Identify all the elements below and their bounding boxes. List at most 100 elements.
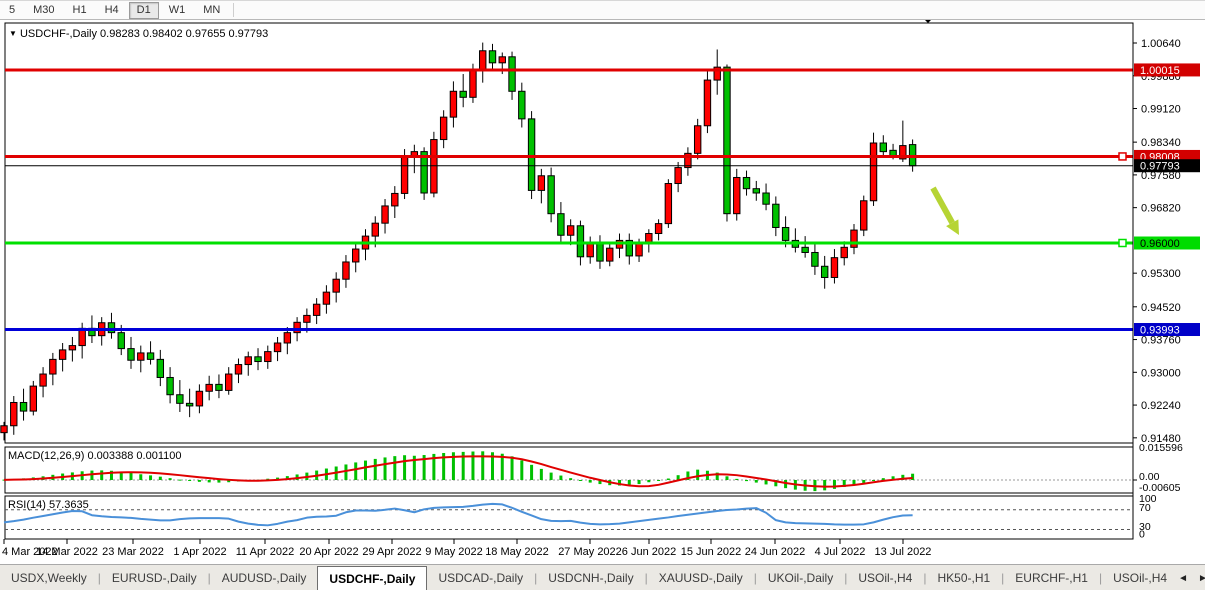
timeframe-button-mn[interactable]: MN xyxy=(195,2,228,19)
candle-bearish[interactable] xyxy=(460,91,466,97)
candle-bullish[interactable] xyxy=(655,224,661,234)
candle-bullish[interactable] xyxy=(694,126,700,154)
candle-bullish[interactable] xyxy=(401,157,407,194)
tab-scroll-left-icon[interactable]: ◄ xyxy=(1178,573,1188,584)
symbol-tab-eurchf-h1[interactable]: EURCHF-,H1 xyxy=(1004,565,1099,590)
candle-bearish[interactable] xyxy=(773,204,779,227)
chart-area[interactable]: 1.006400.998800.991200.983400.975800.968… xyxy=(0,20,1205,563)
candle-bullish[interactable] xyxy=(30,386,36,411)
symbol-tab-usdx-weekly[interactable]: USDX,Weekly xyxy=(0,565,98,590)
candle-bullish[interactable] xyxy=(313,304,319,315)
symbol-tab-usdchf-daily[interactable]: USDCHF-,Daily xyxy=(317,566,427,590)
timeframe-button-w1[interactable]: W1 xyxy=(161,2,194,19)
candle-bearish[interactable] xyxy=(782,227,788,240)
symbol-tab-usoil-h4[interactable]: USOil-,H4 xyxy=(847,565,923,590)
candle-bullish[interactable] xyxy=(226,374,232,390)
candle-bullish[interactable] xyxy=(59,350,65,359)
candle-bearish[interactable] xyxy=(558,214,564,236)
candle-bearish[interactable] xyxy=(20,402,26,411)
candle-bearish[interactable] xyxy=(128,349,134,361)
symbol-tab-audusd-daily[interactable]: AUDUSD-,Daily xyxy=(211,565,318,590)
candle-bullish[interactable] xyxy=(235,365,241,374)
candle-bullish[interactable] xyxy=(265,352,271,362)
candle-bearish[interactable] xyxy=(821,266,827,277)
candle-bearish[interactable] xyxy=(167,377,173,394)
tab-scroll-right-icon[interactable]: ► xyxy=(1198,573,1205,584)
candle-bullish[interactable] xyxy=(323,292,329,304)
candle-bullish[interactable] xyxy=(1,426,7,433)
candle-bullish[interactable] xyxy=(734,177,740,213)
candle-bearish[interactable] xyxy=(812,252,818,266)
candle-bullish[interactable] xyxy=(861,201,867,230)
candle-bearish[interactable] xyxy=(880,143,886,152)
candle-bearish[interactable] xyxy=(255,357,261,362)
candle-bullish[interactable] xyxy=(69,346,75,350)
candle-bullish[interactable] xyxy=(284,333,290,343)
candle-bearish[interactable] xyxy=(489,51,495,63)
candle-bullish[interactable] xyxy=(138,353,144,360)
candle-bullish[interactable] xyxy=(470,70,476,98)
candle-bearish[interactable] xyxy=(509,57,515,91)
candle-bearish[interactable] xyxy=(753,189,759,193)
symbol-tab-usoil-h4[interactable]: USOil-,H4 xyxy=(1102,565,1178,590)
line-handle-icon[interactable] xyxy=(1119,153,1126,160)
candle-bearish[interactable] xyxy=(108,323,114,333)
candle-bullish[interactable] xyxy=(294,322,300,332)
candle-bullish[interactable] xyxy=(636,244,642,256)
candle-bullish[interactable] xyxy=(206,384,212,391)
candle-bullish[interactable] xyxy=(431,140,437,193)
candle-bullish[interactable] xyxy=(274,343,280,352)
symbol-tab-usdcnh-daily[interactable]: USDCNH-,Daily xyxy=(537,565,644,590)
symbol-tab-usdcad-daily[interactable]: USDCAD-,Daily xyxy=(427,565,534,590)
candle-bearish[interactable] xyxy=(548,176,554,214)
candle-bullish[interactable] xyxy=(480,51,486,70)
candle-bullish[interactable] xyxy=(841,247,847,257)
candle-bearish[interactable] xyxy=(118,333,124,349)
candle-bearish[interactable] xyxy=(519,91,525,119)
candle-bullish[interactable] xyxy=(587,243,593,257)
candle-bullish[interactable] xyxy=(382,206,388,223)
candle-bearish[interactable] xyxy=(597,243,603,261)
candle-bearish[interactable] xyxy=(216,384,222,390)
candle-bullish[interactable] xyxy=(450,91,456,117)
candle-bearish[interactable] xyxy=(186,403,192,406)
candle-bullish[interactable] xyxy=(372,223,378,236)
symbol-dropdown-icon[interactable]: ▼ xyxy=(9,29,17,38)
candle-bullish[interactable] xyxy=(675,168,681,184)
candle-bullish[interactable] xyxy=(11,402,17,425)
timeframe-button-h1[interactable]: H1 xyxy=(65,2,95,19)
candle-bearish[interactable] xyxy=(177,395,183,404)
candle-bullish[interactable] xyxy=(538,176,544,191)
candle-bearish[interactable] xyxy=(147,353,153,359)
symbol-tab-eurusd-daily[interactable]: EURUSD-,Daily xyxy=(101,565,208,590)
candle-bearish[interactable] xyxy=(528,119,534,191)
candle-bullish[interactable] xyxy=(567,226,573,235)
candle-bearish[interactable] xyxy=(802,247,808,252)
symbol-tab-ukoil-daily[interactable]: UKOil-,Daily xyxy=(757,565,844,590)
candle-bearish[interactable] xyxy=(890,150,896,155)
candlestick-chart-canvas[interactable]: 1.006400.998800.991200.983400.975800.968… xyxy=(0,20,1205,564)
candle-bullish[interactable] xyxy=(333,279,339,292)
candle-bullish[interactable] xyxy=(40,374,46,386)
candle-bearish[interactable] xyxy=(577,226,583,257)
symbol-tab-hk50-h1[interactable]: HK50-,H1 xyxy=(926,565,1001,590)
candle-bullish[interactable] xyxy=(440,117,446,139)
candle-bullish[interactable] xyxy=(870,143,876,201)
candle-bullish[interactable] xyxy=(831,258,837,278)
candle-bullish[interactable] xyxy=(665,184,671,224)
candle-bullish[interactable] xyxy=(607,248,613,261)
timeframe-button-h4[interactable]: H4 xyxy=(97,2,127,19)
line-handle-icon[interactable] xyxy=(1119,240,1126,247)
timeframe-button-d1[interactable]: D1 xyxy=(129,2,159,19)
candle-bullish[interactable] xyxy=(392,193,398,205)
candle-bullish[interactable] xyxy=(50,359,56,374)
candle-bearish[interactable] xyxy=(743,177,749,188)
candle-bullish[interactable] xyxy=(343,262,349,279)
candle-bearish[interactable] xyxy=(724,67,730,214)
candle-bullish[interactable] xyxy=(196,391,202,406)
candle-bullish[interactable] xyxy=(704,80,710,126)
candle-bullish[interactable] xyxy=(499,57,505,63)
candle-bullish[interactable] xyxy=(245,357,251,365)
timeframe-button-5[interactable]: 5 xyxy=(1,2,23,19)
candle-bullish[interactable] xyxy=(304,315,310,322)
